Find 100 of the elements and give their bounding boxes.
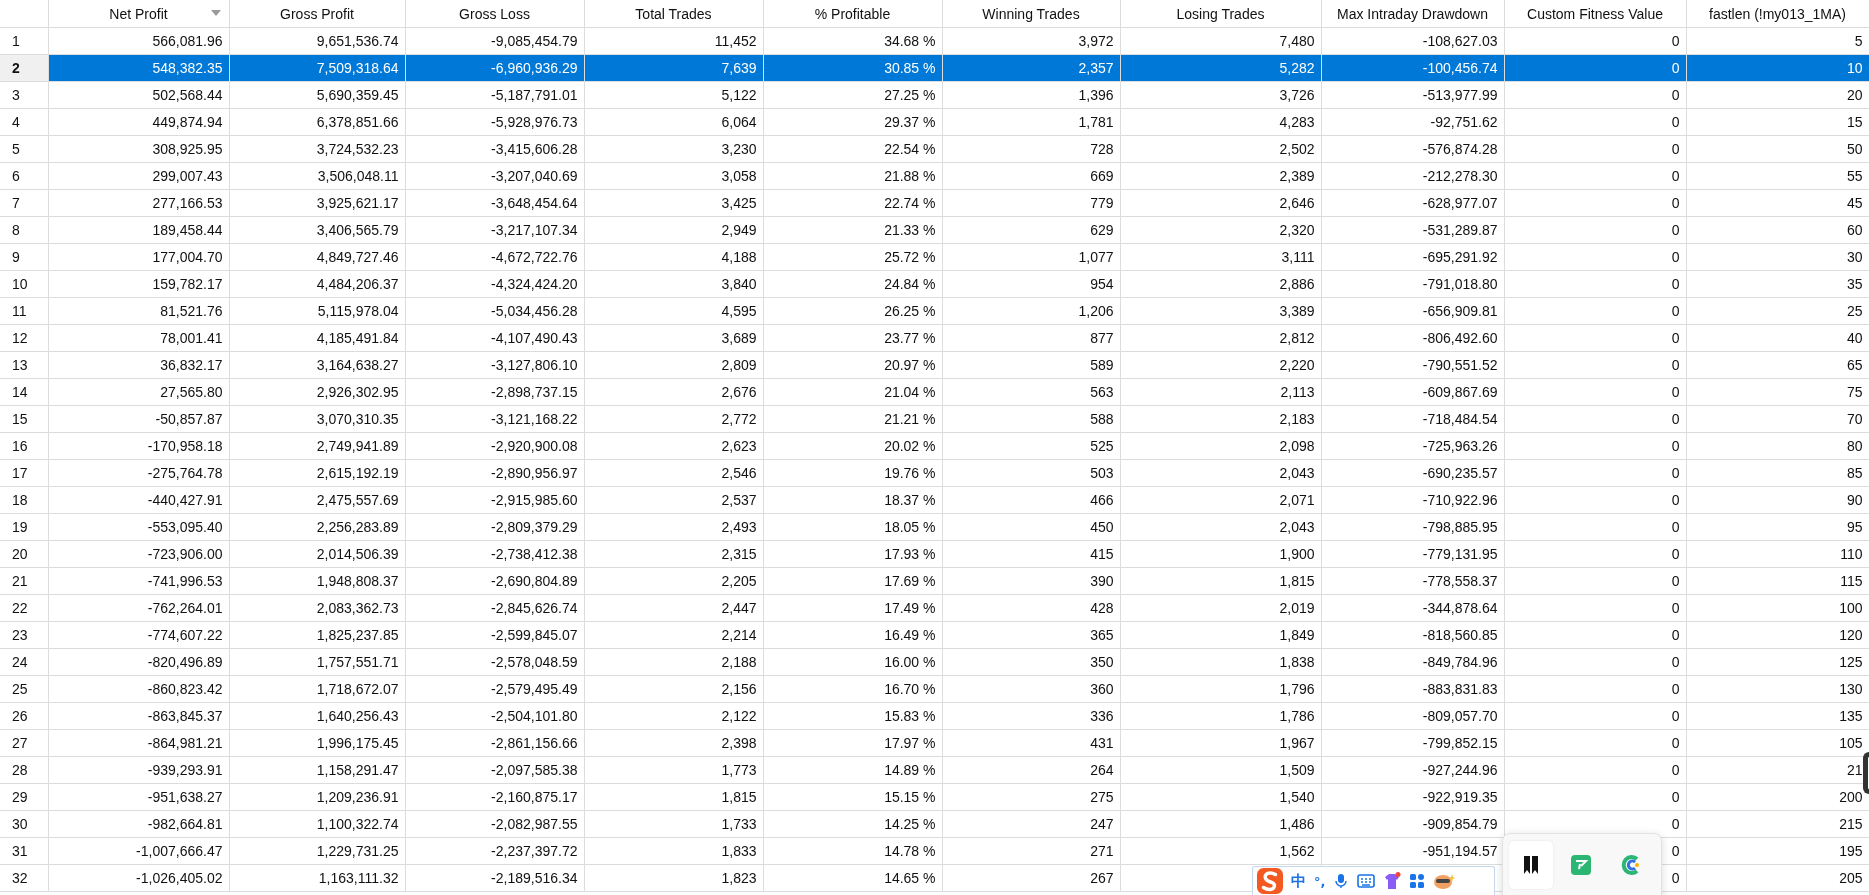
- table-cell: 588: [942, 405, 1120, 433]
- table-cell: 30: [1686, 243, 1869, 271]
- row-number: 15: [0, 405, 48, 433]
- table-cell: -864,981.21: [48, 729, 229, 757]
- table-cell: -2,189,516.34: [405, 864, 584, 892]
- table-cell: 2,809: [584, 351, 763, 379]
- table-cell: 877: [942, 324, 1120, 352]
- column-header[interactable]: Gross Loss: [405, 0, 584, 28]
- keyboard-icon[interactable]: [1357, 874, 1376, 888]
- table-row[interactable]: 29 -951,638.27 1,209,236.91 -2,160,875.17 1,815 15.15 % 275 1,540 -922,919.35 0 200: [0, 783, 1869, 811]
- table-cell: -690,235.57: [1321, 459, 1504, 487]
- table-row[interactable]: 8 189,458.44 3,406,565.79 -3,217,107.34 2,949 21.33 % 629 2,320 -531,289.87 0 60: [0, 216, 1869, 244]
- table-cell: 1,781: [942, 108, 1120, 136]
- column-header[interactable]: Gross Profit: [229, 0, 405, 28]
- table-row[interactable]: 24 -820,496.89 1,757,551.71 -2,578,048.59 2,188 16.00 % 350 1,838 -849,784.96 0 125: [0, 648, 1869, 676]
- row-number: 31: [0, 837, 48, 865]
- table-row[interactable]: 2 548,382.35 7,509,318.64 -6,960,936.29 7,639 30.85 % 2,357 5,282 -100,456.74 0 10: [0, 54, 1869, 82]
- table-cell: 1,996,175.45: [229, 729, 405, 757]
- table-cell: 27.25 %: [763, 81, 942, 109]
- table-row[interactable]: 4 449,874.94 6,378,851.66 -5,928,976.73 6,064 29.37 % 1,781 4,283 -92,751.62 0 15: [0, 108, 1869, 136]
- table-cell: 1,967: [1120, 729, 1321, 757]
- table-cell: 3,164,638.27: [229, 351, 405, 379]
- table-cell: 2,398: [584, 729, 763, 757]
- table-cell: 431: [942, 729, 1120, 757]
- table-row[interactable]: 11 81,521.76 5,115,978.04 -5,034,456.28 4,595 26.25 % 1,206 3,389 -656,909.81 0 25: [0, 297, 1869, 325]
- table-row[interactable]: 25 -860,823.42 1,718,672.07 -2,579,495.49 2,156 16.70 % 360 1,796 -883,831.83 0 130: [0, 675, 1869, 703]
- table-row[interactable]: 13 36,832.17 3,164,638.27 -3,127,806.10 2,809 20.97 % 589 2,220 -790,551.52 0 65: [0, 351, 1869, 379]
- table-row[interactable]: 14 27,565.80 2,926,302.95 -2,898,737.15 2,676 21.04 % 563 2,113 -609,867.69 0 75: [0, 378, 1869, 406]
- table-cell: 1,815: [1120, 567, 1321, 595]
- table-cell: -818,560.85: [1321, 621, 1504, 649]
- table-cell: 40: [1686, 324, 1869, 352]
- column-header[interactable]: Losing Trades: [1120, 0, 1321, 28]
- table-cell: 7,480: [1120, 27, 1321, 55]
- mascot-icon[interactable]: [1433, 873, 1456, 889]
- table-cell: 22.74 %: [763, 189, 942, 217]
- table-cell: 55: [1686, 162, 1869, 190]
- table-row[interactable]: 18 -440,427.91 2,475,557.69 -2,915,985.60 2,537 18.37 % 466 2,071 -710,922.96 0 90: [0, 486, 1869, 514]
- table-row[interactable]: 15 -50,857.87 3,070,310.35 -3,121,168.22 2,772 21.21 % 588 2,183 -718,484.54 0 70: [0, 405, 1869, 433]
- table-cell: 669: [942, 162, 1120, 190]
- table-cell: -798,885.95: [1321, 513, 1504, 541]
- table-cell: -2,861,156.66: [405, 729, 584, 757]
- table-row[interactable]: 6 299,007.43 3,506,048.11 -3,207,040.69 3,058 21.88 % 669 2,389 -212,278.30 0 55: [0, 162, 1869, 190]
- table-row[interactable]: 26 -863,845.37 1,640,256.43 -2,504,101.80 2,122 15.83 % 336 1,786 -809,057.70 0 135: [0, 702, 1869, 730]
- table-row[interactable]: 10 159,782.17 4,484,206.37 -4,324,424.20 3,840 24.84 % 954 2,886 -791,018.80 0 35: [0, 270, 1869, 298]
- table-row[interactable]: 16 -170,958.18 2,749,941.89 -2,920,900.08 2,623 20.02 % 525 2,098 -725,963.26 0 80: [0, 432, 1869, 460]
- table-row[interactable]: 22 -762,264.01 2,083,362.73 -2,845,626.74 2,447 17.49 % 428 2,019 -344,878.64 0 100: [0, 594, 1869, 622]
- table-cell: 25.72 %: [763, 243, 942, 271]
- table-row[interactable]: 23 -774,607.22 1,825,237.85 -2,599,845.07 2,214 16.49 % 365 1,849 -818,560.85 0 120: [0, 621, 1869, 649]
- table-cell: 2,043: [1120, 459, 1321, 487]
- table-cell: 16.70 %: [763, 675, 942, 703]
- column-header[interactable]: Winning Trades: [942, 0, 1120, 28]
- tray-app-button[interactable]: [1509, 841, 1553, 889]
- logo-icon[interactable]: [1257, 868, 1283, 894]
- table-cell: 205: [1686, 864, 1869, 892]
- microphone-icon[interactable]: [1333, 873, 1350, 889]
- table-row[interactable]: 20 -723,906.00 2,014,506.39 -2,738,412.38 2,315 17.93 % 415 1,900 -779,131.95 0 110: [0, 540, 1869, 568]
- table-row[interactable]: 5 308,925.95 3,724,532.23 -3,415,606.28 3,230 22.54 % 728 2,502 -576,874.28 0 50: [0, 135, 1869, 163]
- table-row[interactable]: 21 -741,996.53 1,948,808.37 -2,690,804.89 2,205 17.69 % 390 1,815 -778,558.37 0 115: [0, 567, 1869, 595]
- table-row[interactable]: 7 277,166.53 3,925,621.17 -3,648,454.64 3,425 22.74 % 779 2,646 -628,977.07 0 45: [0, 189, 1869, 217]
- column-header[interactable]: Total Trades: [584, 0, 763, 28]
- row-number: 25: [0, 675, 48, 703]
- table-row[interactable]: 28 -939,293.91 1,158,291.47 -2,097,585.38 1,773 14.89 % 264 1,509 -927,244.96 0 21: [0, 756, 1869, 784]
- table-cell: -609,867.69: [1321, 378, 1504, 406]
- column-header[interactable]: fastlen (!my013_1MA): [1686, 0, 1869, 28]
- column-header[interactable]: Net Profit: [48, 0, 229, 28]
- table-row[interactable]: 1 566,081.96 9,651,536.74 -9,085,454.79 11,452 34.68 % 3,972 7,480 -108,627.03 0 5: [0, 27, 1869, 55]
- table-cell: 34.68 %: [763, 27, 942, 55]
- table-cell: 428: [942, 594, 1120, 622]
- table-row[interactable]: 3 502,568.44 5,690,359.45 -5,187,791.01 5,122 27.25 % 1,396 3,726 -513,977.99 0 20: [0, 81, 1869, 109]
- apps-grid-icon[interactable]: [1409, 873, 1426, 889]
- row-number: 16: [0, 432, 48, 460]
- table-cell: 35: [1686, 270, 1869, 298]
- input-mode-toggle[interactable]: 中: [1291, 871, 1306, 891]
- table-cell: 3,972: [942, 27, 1120, 55]
- table-cell: 2,357: [942, 54, 1120, 82]
- table-cell: 629: [942, 216, 1120, 244]
- table-cell: 2,926,302.95: [229, 378, 405, 406]
- table-cell: 1,209,236.91: [229, 783, 405, 811]
- table-cell: 15: [1686, 108, 1869, 136]
- column-header[interactable]: % Profitable: [763, 0, 942, 28]
- shirt-icon[interactable]: [1383, 872, 1402, 890]
- table-cell: 0: [1504, 108, 1686, 136]
- table-cell: -2,738,412.38: [405, 540, 584, 568]
- table-cell: 390: [942, 567, 1120, 595]
- table-row[interactable]: 27 -864,981.21 1,996,175.45 -2,861,156.66 2,398 17.97 % 431 1,967 -799,852.15 0 105: [0, 729, 1869, 757]
- table-cell: 10: [1686, 54, 1869, 82]
- table-cell: -2,915,985.60: [405, 486, 584, 514]
- column-header[interactable]: Custom Fitness Value: [1504, 0, 1686, 28]
- table-row[interactable]: 9 177,004.70 4,849,727.46 -4,672,722.76 4,188 25.72 % 1,077 3,111 -695,291.92 0 30: [0, 243, 1869, 271]
- table-row[interactable]: 12 78,001.41 4,185,491.84 -4,107,490.43 3,689 23.77 % 877 2,812 -806,492.60 0 40: [0, 324, 1869, 352]
- punctuation-toggle[interactable]: °,: [1314, 873, 1326, 889]
- table-row[interactable]: 19 -553,095.40 2,256,283.89 -2,809,379.29 2,493 18.05 % 450 2,043 -798,885.95 0 95: [0, 513, 1869, 541]
- table-row[interactable]: 17 -275,764.78 2,615,192.19 -2,890,956.97 2,546 19.76 % 503 2,043 -690,235.57 0 85: [0, 459, 1869, 487]
- table-cell: 4,283: [1120, 108, 1321, 136]
- table-cell: 0: [1504, 270, 1686, 298]
- column-header[interactable]: Max Intraday Drawdown: [1321, 0, 1504, 28]
- table-cell: -927,244.96: [1321, 756, 1504, 784]
- table-cell: 2,475,557.69: [229, 486, 405, 514]
- table-cell: 3,070,310.35: [229, 405, 405, 433]
- table-cell: 277,166.53: [48, 189, 229, 217]
